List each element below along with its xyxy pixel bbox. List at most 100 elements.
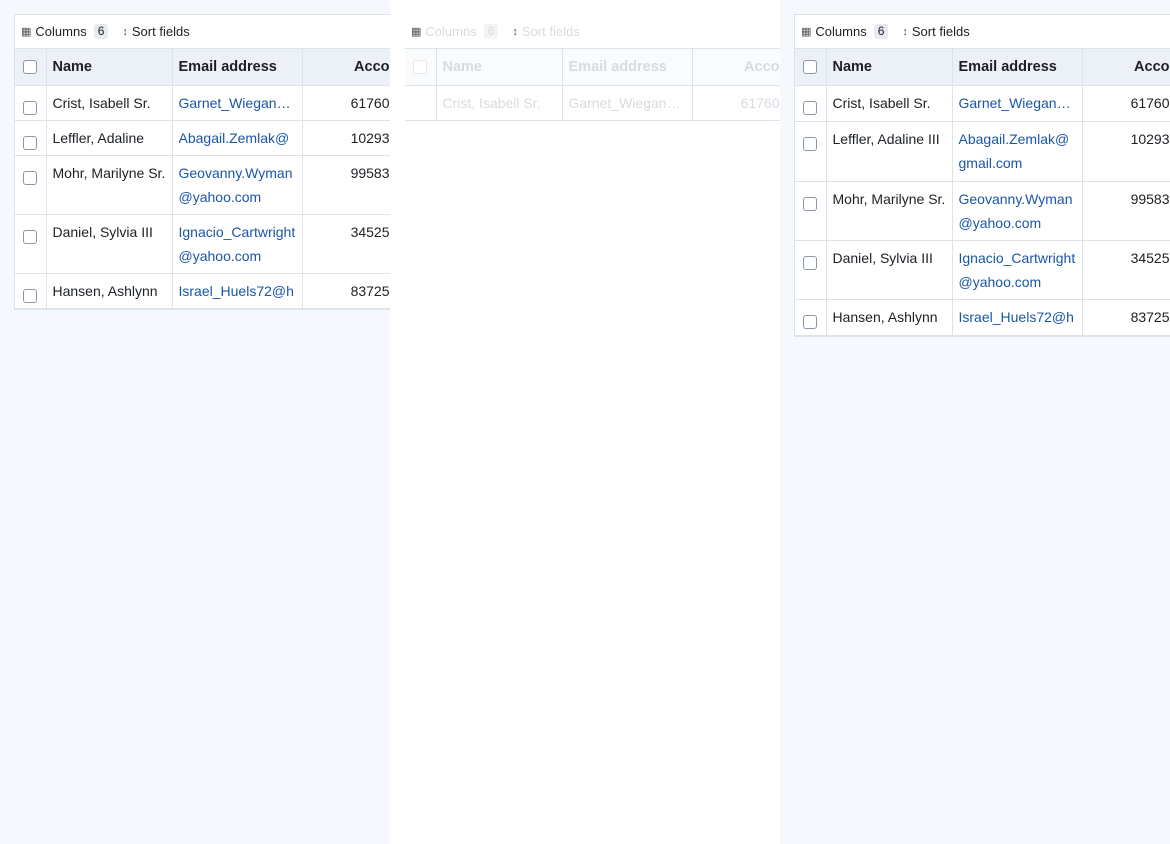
account-cell: 34525 <box>1082 240 1170 300</box>
row-checkbox[interactable] <box>803 101 818 116</box>
email-cell[interactable]: Geovanny.Wyman@yahoo.com <box>172 155 303 215</box>
account-cell: 99583 <box>302 155 390 215</box>
column-header-name[interactable]: Name <box>46 49 173 86</box>
table-row[interactable]: Mohr, Marilyne Sr. Geovanny.Wyman@yahoo.… <box>795 181 1170 241</box>
email-cell[interactable]: Geovanny.Wyman@yahoo.com <box>952 181 1083 241</box>
column-header-account[interactable]: Acco <box>1082 49 1170 86</box>
email-cell[interactable]: Ignacio_Cartwright@yahoo.com <box>952 240 1083 300</box>
row-checkbox[interactable] <box>803 315 818 330</box>
account-cell: 61760 <box>1082 85 1170 122</box>
data-grid: ▦ Columns 6 ↕ Sort fields Name Email add… <box>14 14 390 310</box>
email-text[interactable]: Garnet_Wiegand… <box>959 91 1076 115</box>
select-all-checkbox[interactable] <box>803 60 818 75</box>
email-cell[interactable]: Garnet_Wiegand… <box>952 85 1083 122</box>
data-grid: ▦ Columns 6 ↕ Sort fields Name Email add… <box>404 14 780 122</box>
table-row[interactable]: Daniel, Sylvia III Ignacio_Cartwright@ya… <box>15 214 390 274</box>
email-text[interactable]: Geovanny.Wyman@yahoo.com <box>179 165 293 205</box>
table-row[interactable]: Crist, Isabell Sr. Garnet_Wiegand… 61760 <box>15 85 390 121</box>
email-cell[interactable]: Garnet_Wiegand… <box>172 85 303 121</box>
email-cell[interactable]: Israel_Huels72@h <box>952 299 1083 336</box>
columns-icon: ▦ <box>411 26 422 38</box>
sort-fields-button[interactable]: ↕ Sort fields <box>512 24 579 39</box>
data-grid: ▦ Columns 6 ↕ Sort fields Name Email add… <box>794 14 1170 337</box>
row-checkbox[interactable] <box>803 197 818 212</box>
email-cell[interactable]: Abagail.Zemlak@gmail.com <box>952 121 1083 182</box>
row-checkbox[interactable] <box>803 137 818 152</box>
row-select-cell <box>795 240 827 300</box>
columns-icon: ▦ <box>21 26 32 38</box>
column-header-account[interactable]: Acco <box>692 49 780 86</box>
row-select-cell <box>795 85 827 122</box>
table-row[interactable]: Mohr, Marilyne Sr. Geovanny.Wyman@yahoo.… <box>15 155 390 215</box>
name-cell: Mohr, Marilyne Sr. <box>46 155 173 215</box>
column-header-name[interactable]: Name <box>826 49 953 86</box>
row-select-cell <box>795 121 827 182</box>
select-all-checkbox[interactable] <box>413 60 428 75</box>
email-text[interactable]: Ignacio_Cartwright@yahoo.com <box>179 224 296 264</box>
header-row: Name Email address Acco <box>15 49 390 86</box>
columns-count-badge: 6 <box>873 24 889 39</box>
name-cell: Mohr, Marilyne Sr. <box>826 181 953 241</box>
table-row[interactable]: Leffler, Adaline Abagail.Zemlak@ 10293 <box>15 120 390 156</box>
table-row[interactable]: Hansen, Ashlynn Israel_Huels72@h 83725 <box>795 299 1170 336</box>
email-text[interactable]: Ignacio_Cartwright@yahoo.com <box>959 250 1076 290</box>
left-panel: ▦ Columns 6 ↕ Sort fields Name Email add… <box>0 0 390 844</box>
email-cell[interactable]: Abagail.Zemlak@ <box>172 120 303 156</box>
email-text[interactable]: Garnet_Wiegand… <box>569 91 686 115</box>
header-row: Name Email address Acco <box>795 49 1170 86</box>
grid-toolbar: ▦ Columns 6 ↕ Sort fields <box>795 15 1170 49</box>
sort-icon: ↕ <box>122 25 128 38</box>
row-checkbox[interactable] <box>23 230 38 245</box>
row-select-cell <box>15 120 47 156</box>
row-checkbox[interactable] <box>23 171 38 186</box>
column-header-email[interactable]: Email address <box>172 49 303 86</box>
columns-count-badge: 6 <box>93 24 109 39</box>
email-text[interactable]: Israel_Huels72@h <box>179 279 296 303</box>
header-row: Name Email address Acco <box>405 49 780 86</box>
email-cell[interactable]: Garnet_Wiegand… <box>562 85 693 121</box>
name-cell: Crist, Isabell Sr. <box>826 85 953 122</box>
select-all-checkbox[interactable] <box>23 60 38 75</box>
email-text[interactable]: Abagail.Zemlak@ <box>179 126 296 150</box>
row-select-cell <box>15 214 47 274</box>
columns-label: Columns <box>35 24 87 39</box>
email-text[interactable]: Abagail.Zemlak@gmail.com <box>959 131 1070 171</box>
row-checkbox[interactable] <box>803 256 818 271</box>
columns-button[interactable]: ▦ Columns 6 <box>21 24 109 39</box>
email-cell[interactable]: Israel_Huels72@h <box>172 273 303 309</box>
table-row[interactable]: Crist, Isabell Sr. Garnet_Wiegand… 61760 <box>795 85 1170 122</box>
table-row[interactable]: Daniel, Sylvia III Ignacio_Cartwright@ya… <box>795 240 1170 300</box>
columns-button[interactable]: ▦ Columns 6 <box>801 24 889 39</box>
sort-fields-button[interactable]: ↕ Sort fields <box>902 24 969 39</box>
account-cell: 99583 <box>1082 181 1170 241</box>
column-header-email[interactable]: Email address <box>952 49 1083 86</box>
row-select-cell <box>795 181 827 241</box>
name-cell: Hansen, Ashlynn <box>826 299 953 336</box>
table-row[interactable]: Leffler, Adaline III Abagail.Zemlak@gmai… <box>795 121 1170 182</box>
table-row[interactable]: Hansen, Ashlynn Israel_Huels72@h 83725 <box>15 273 390 309</box>
row-select-cell <box>15 85 47 121</box>
columns-count-badge: 6 <box>483 24 499 39</box>
email-text[interactable]: Israel_Huels72@h <box>959 305 1076 329</box>
email-text[interactable]: Garnet_Wiegand… <box>179 91 296 115</box>
right-panel: ▦ Columns 6 ↕ Sort fields Name Email add… <box>780 0 1170 844</box>
email-text[interactable]: Geovanny.Wyman@yahoo.com <box>959 191 1073 231</box>
select-all-header <box>15 49 47 86</box>
table-row[interactable]: Crist, Isabell Sr. Garnet_Wiegand… 61760 <box>405 85 780 121</box>
row-select-cell <box>405 85 437 121</box>
sort-fields-label: Sort fields <box>131 24 190 39</box>
row-checkbox[interactable] <box>23 136 38 151</box>
name-cell: Crist, Isabell Sr. <box>46 85 173 121</box>
column-header-name[interactable]: Name <box>436 49 563 86</box>
row-select-cell <box>15 155 47 215</box>
select-all-header <box>405 49 437 86</box>
row-checkbox[interactable] <box>23 101 38 116</box>
column-header-account[interactable]: Acco <box>302 49 390 86</box>
account-cell: 83725 <box>302 273 390 309</box>
name-text: Mohr, Marilyne Sr. <box>832 191 946 207</box>
row-checkbox[interactable] <box>23 289 38 304</box>
columns-button[interactable]: ▦ Columns 6 <box>411 24 499 39</box>
column-header-email[interactable]: Email address <box>562 49 693 86</box>
sort-fields-button[interactable]: ↕ Sort fields <box>122 24 189 39</box>
email-cell[interactable]: Ignacio_Cartwright@yahoo.com <box>172 214 303 274</box>
